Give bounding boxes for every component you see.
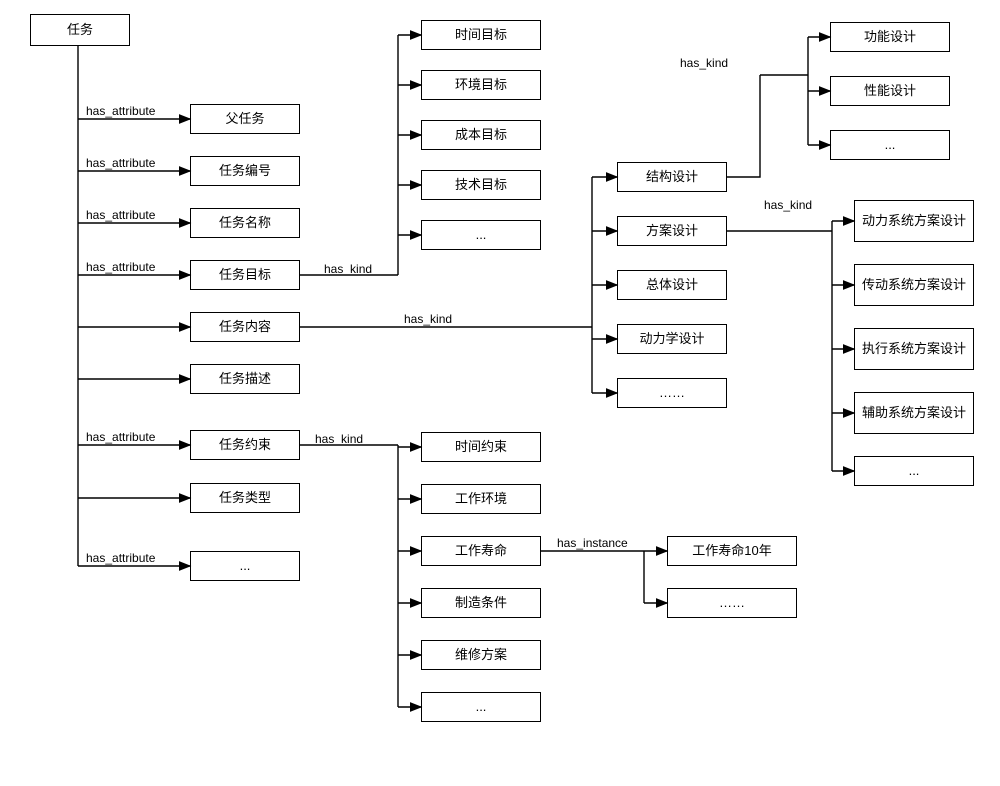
node-attr-id: 任务编号	[190, 156, 300, 186]
node-constr-time: 时间约束	[421, 432, 541, 462]
node-scheme-power: 动力系统方案设计	[854, 200, 974, 242]
node-constr-env: 工作环境	[421, 484, 541, 514]
edge-label-haskind-constraint: has_kind	[313, 432, 365, 446]
edge-label-hasattr-2: has_attribute	[84, 156, 157, 170]
edge-label-haskind-struct: has_kind	[678, 56, 730, 70]
node-scheme-trans: 传动系统方案设计	[854, 264, 974, 306]
edge-label-hasattr-3: has_attribute	[84, 208, 157, 222]
node-attr-parent: 父任务	[190, 104, 300, 134]
node-target-tech: 技术目标	[421, 170, 541, 200]
node-life-more: ……	[667, 588, 797, 618]
node-attr-type: 任务类型	[190, 483, 300, 513]
node-scheme-exec: 执行系统方案设计	[854, 328, 974, 370]
node-content-more: ……	[617, 378, 727, 408]
node-target-cost: 成本目标	[421, 120, 541, 150]
node-content-scheme: 方案设计	[617, 216, 727, 246]
node-target-time: 时间目标	[421, 20, 541, 50]
edge-label-hasattr-5: has_attribute	[84, 430, 157, 444]
node-attr-target: 任务目标	[190, 260, 300, 290]
edge-label-hasattr-4: has_attribute	[84, 260, 157, 274]
node-target-more: ...	[421, 220, 541, 250]
node-struct-func: 功能设计	[830, 22, 950, 52]
edge-label-haskind-target: has_kind	[322, 262, 374, 276]
edge-label-haskind-content: has_kind	[402, 312, 454, 326]
edge-label-haskind-scheme: has_kind	[762, 198, 814, 212]
node-struct-more: ...	[830, 130, 950, 160]
node-life-10y: 工作寿命10年	[667, 536, 797, 566]
edge-label-hasinstance: has_instance	[555, 536, 630, 550]
edge-label-hasattr-6: has_attribute	[84, 551, 157, 565]
edge-label-hasattr-1: has_attribute	[84, 104, 157, 118]
node-content-dynamics: 动力学设计	[617, 324, 727, 354]
node-scheme-aux: 辅助系统方案设计	[854, 392, 974, 434]
node-constr-life: 工作寿命	[421, 536, 541, 566]
node-attr-more: ...	[190, 551, 300, 581]
node-content-struct: 结构设计	[617, 162, 727, 192]
node-attr-constraint: 任务约束	[190, 430, 300, 460]
node-constr-more: ...	[421, 692, 541, 722]
node-attr-desc: 任务描述	[190, 364, 300, 394]
node-content-overall: 总体设计	[617, 270, 727, 300]
node-constr-mfg: 制造条件	[421, 588, 541, 618]
node-attr-content: 任务内容	[190, 312, 300, 342]
node-struct-perf: 性能设计	[830, 76, 950, 106]
node-scheme-more: ...	[854, 456, 974, 486]
node-constr-maint: 维修方案	[421, 640, 541, 670]
node-target-env: 环境目标	[421, 70, 541, 100]
node-attr-name: 任务名称	[190, 208, 300, 238]
node-root: 任务	[30, 14, 130, 46]
